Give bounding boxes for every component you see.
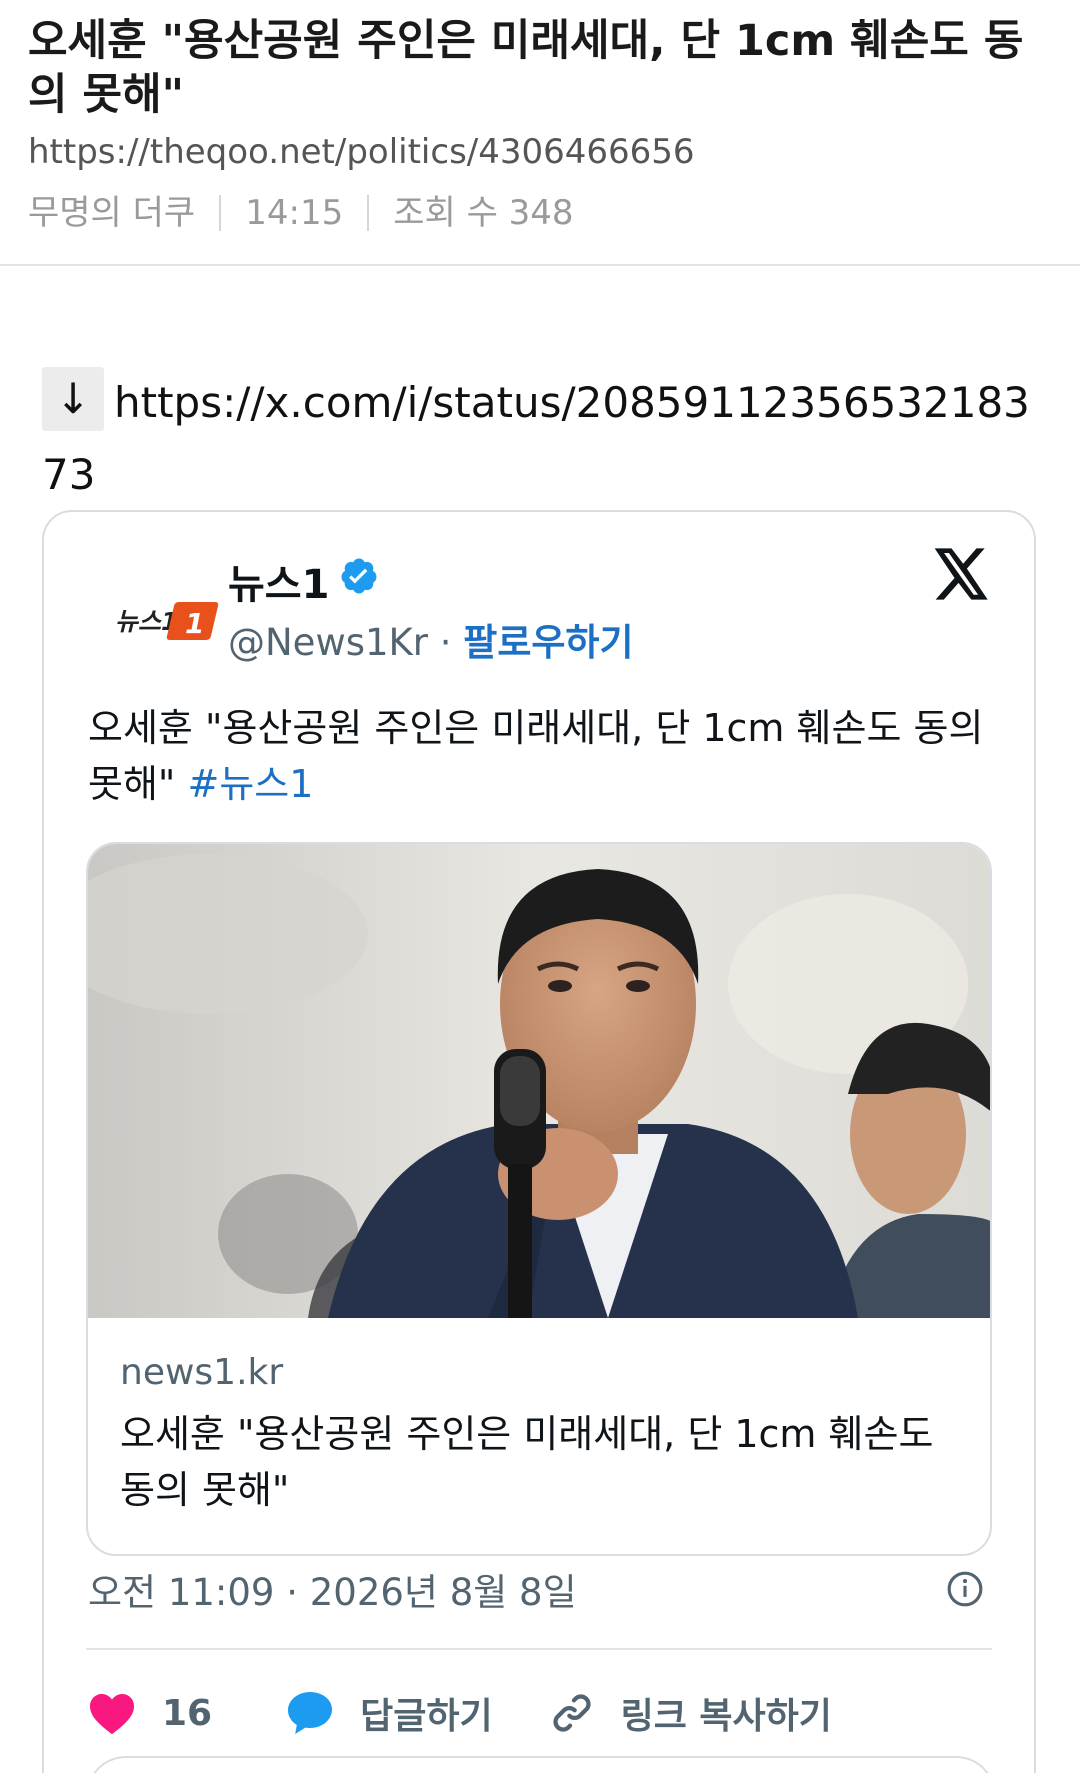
- reply-label: 답글하기: [360, 1696, 493, 1737]
- hashtag-link[interactable]: #뉴스1: [187, 762, 313, 806]
- handle-separator: ·: [428, 621, 464, 664]
- copy-link-label: 링크 복사하기: [620, 1696, 832, 1737]
- like-button[interactable]: 16: [88, 1691, 212, 1735]
- tweet-text: 오세훈 "용산공원 주인은 미래세대, 단 1cm 훼손도 동의 못해" #뉴스…: [88, 700, 988, 812]
- link-icon: [553, 1694, 591, 1732]
- tweet-actions: 16 답글하기 링크 복사하기: [88, 1678, 988, 1748]
- read-replies-button[interactable]: [86, 1756, 996, 1773]
- news1-logo-avatar[interactable]: 뉴스1 1: [92, 554, 242, 684]
- post-author[interactable]: 무명의 더쿠: [28, 191, 195, 235]
- meta-divider: [219, 195, 222, 231]
- verified-icon: [339, 556, 379, 606]
- copy-link-button[interactable]: 링크 복사하기: [549, 1687, 832, 1739]
- status-link-row[interactable]: ↓ https://x.com/i/status/2085911235653218…: [42, 367, 1052, 511]
- handle-row: @News1Kr · 팔로우하기: [228, 612, 634, 666]
- reply-button[interactable]: 답글하기: [286, 1687, 493, 1739]
- actions-divider: [86, 1648, 992, 1650]
- header-divider: [0, 264, 1080, 266]
- preview-domain: news1.kr: [120, 1352, 284, 1393]
- svg-text:1: 1: [185, 607, 204, 640]
- page: 오세훈 "용산공원 주인은 미래세대, 단 1cm 훼손도 동의 못해" htt…: [0, 0, 1080, 1773]
- account-handle[interactable]: @News1Kr: [228, 621, 428, 664]
- meta-divider: [367, 195, 370, 231]
- like-count: 16: [162, 1692, 213, 1734]
- post-meta: 무명의 더쿠 14:15 조회 수 348: [28, 191, 574, 235]
- heart-icon: [90, 1694, 134, 1735]
- tweet-embed[interactable]: 뉴스1 1 뉴스1 @News1Kr · 팔로우하기 오세훈 "용산공원 주인은…: [42, 510, 1036, 1773]
- post-views: 조회 수 348: [393, 193, 574, 233]
- down-arrow-icon: ↓: [42, 367, 104, 431]
- status-link[interactable]: https://x.com/i/status/20859112356532183…: [42, 378, 1030, 499]
- post-title: 오세훈 "용산공원 주인은 미래세대, 단 1cm 훼손도 동의 못해": [28, 16, 1024, 120]
- news1-logo-icon: 뉴스1 1: [115, 602, 219, 640]
- link-preview-card[interactable]: news1.kr 오세훈 "용산공원 주인은 미래세대, 단 1cm 훼손도 동…: [86, 842, 992, 1556]
- x-logo-icon[interactable]: [934, 548, 990, 604]
- account-name[interactable]: 뉴스1: [228, 552, 329, 610]
- preview-title: 오세훈 "용산공원 주인은 미래세대, 단 1cm 훼손도 동의 못해": [120, 1412, 934, 1512]
- account-name-row[interactable]: 뉴스1: [228, 552, 379, 610]
- post-time: 14:15: [245, 193, 344, 233]
- reply-bubble-icon: [288, 1692, 333, 1734]
- follow-button[interactable]: 팔로우하기: [463, 621, 633, 664]
- tweet-date[interactable]: 오전 11:09 · 2026년 8월 8일: [88, 1562, 577, 1616]
- info-icon[interactable]: [946, 1570, 984, 1612]
- preview-photo: [88, 844, 990, 1318]
- post-url[interactable]: https://theqoo.net/politics/4306466656: [28, 130, 695, 174]
